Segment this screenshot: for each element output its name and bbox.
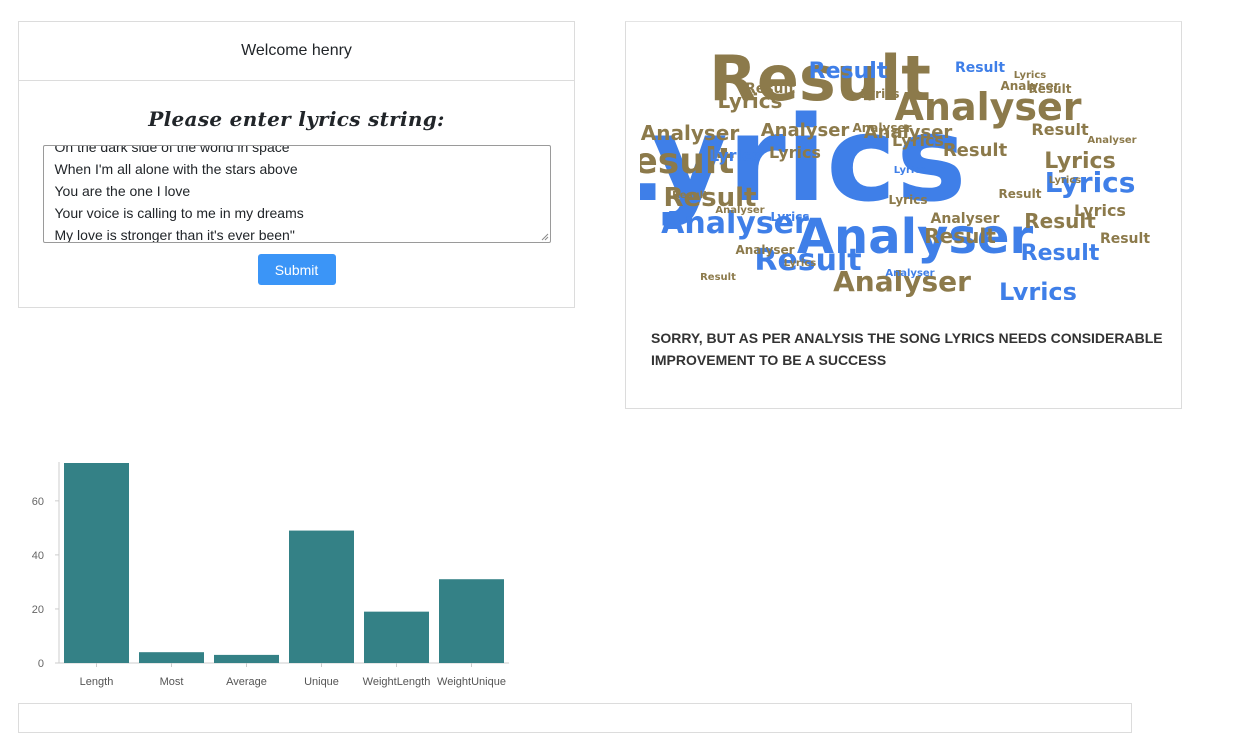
bar <box>289 530 354 663</box>
result-message: Sorry, but as per analysis the song lyri… <box>651 330 1163 368</box>
y-tick-label: 0 <box>38 658 44 670</box>
x-tick-label: WeightLength <box>363 676 431 688</box>
lyrics-prompt-title: Please enter lyrics string: <box>148 107 445 131</box>
lyrics-line: When I'm all alone with the stars above <box>54 161 298 177</box>
word-cloud-word: Result <box>955 60 1005 76</box>
resize-grip-icon[interactable] <box>541 233 549 241</box>
word-cloud-word: Lyrics <box>771 210 810 224</box>
x-tick-label: Most <box>160 676 184 688</box>
lyrics-line: You are the one I love <box>54 183 191 199</box>
lyrics-line: My love is stronger than it's ever been" <box>54 227 295 243</box>
y-tick-label: 20 <box>32 604 44 616</box>
bar-chart: 0 20 40 60 Length Most Average Unique WeightLeng… <box>32 462 509 688</box>
word-cloud-word: Result <box>809 59 888 84</box>
word-cloud-word: Analyser <box>715 205 764 216</box>
welcome-header: Welcome henry <box>19 22 574 81</box>
word-cloud-word: Lyrics <box>1074 201 1126 220</box>
word-cloud-word: Result <box>1100 231 1150 247</box>
word-cloud-word: Result <box>924 224 996 248</box>
word-cloud-word: Lyrics <box>1044 149 1115 174</box>
lyrics-textarea[interactable]: On the dark side of the world in space W… <box>42 145 551 243</box>
word-cloud-word: Result <box>943 140 1008 161</box>
word-cloud-word: Lyrics <box>861 87 900 101</box>
y-tick-label: 40 <box>32 550 44 562</box>
word-cloud-word: Result <box>1021 241 1100 266</box>
word-cloud-word: Analyser <box>852 121 911 135</box>
result-card: LyricsResultAnalyserAnalyserAnalyserResu… <box>625 21 1182 409</box>
word-cloud-word: Analyser <box>931 211 1000 227</box>
bottom-card <box>18 703 1132 733</box>
word-cloud-word: Result <box>672 190 708 201</box>
word-cloud-word: Analyser <box>1087 135 1136 146</box>
word-cloud-word: Lyrics <box>709 146 761 165</box>
lyrics-line: Your voice is calling to me in my dreams <box>54 205 304 221</box>
x-tick-label: Average <box>226 676 267 688</box>
x-tick-label: Unique <box>304 676 339 688</box>
word-cloud-word: Lyrics <box>784 258 816 269</box>
x-tick-label: Length <box>80 676 114 688</box>
submit-button[interactable]: Submit <box>257 254 336 285</box>
word-cloud-word: Analyser <box>885 268 934 279</box>
lyrics-text: On the dark side of the world in space W… <box>54 145 539 243</box>
word-cloud-word: Lyrics <box>769 143 821 162</box>
bar <box>214 654 279 663</box>
word-cloud-word: Lyrics <box>999 278 1077 300</box>
bar <box>439 579 504 663</box>
word-cloud-word: Result <box>745 81 795 97</box>
bar <box>64 463 129 663</box>
bar <box>364 611 429 663</box>
word-cloud-word: Analyser <box>735 243 794 257</box>
word-cloud-word: Result <box>700 272 736 283</box>
word-cloud-image: LyricsResultAnalyserAnalyserAnalyserResu… <box>640 42 1150 300</box>
y-tick-label: 60 <box>32 496 44 508</box>
word-cloud-word: Result <box>1029 82 1072 96</box>
word-cloud-word: Analyser <box>761 120 850 141</box>
word-cloud-word: Lyrics <box>894 165 926 176</box>
word-cloud-word: Result <box>1031 120 1089 139</box>
lyrics-line: On the dark side of the world in space <box>54 145 290 155</box>
stats-chart: 0 20 40 60 Length Most Average Unique WeightLeng… <box>18 452 518 692</box>
word-cloud-word: Lyrics <box>889 193 928 207</box>
bar <box>139 652 204 663</box>
welcome-card: Welcome henry Please enter lyrics string… <box>18 21 575 308</box>
word-cloud-word: Result <box>999 187 1042 201</box>
x-tick-label: WeightUnique <box>437 676 506 688</box>
word-cloud-word: Analyser <box>641 121 740 145</box>
word-cloud-word: Lyrics <box>1049 175 1081 186</box>
